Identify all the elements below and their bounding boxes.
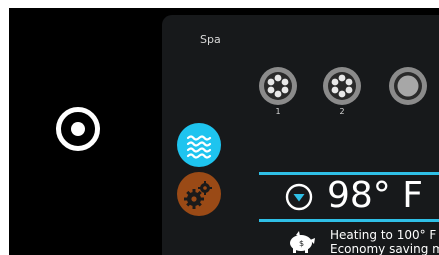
panel-title: Spa <box>200 33 221 46</box>
temperature-down-button[interactable] <box>285 183 313 211</box>
fan-pump-icon <box>323 67 361 105</box>
settings-button[interactable] <box>177 172 221 216</box>
piggy-bank-icon: $ <box>290 231 315 253</box>
spa-control-panel: Spa 1 2 98° F $ Heating to 100° F Econom… <box>162 15 439 255</box>
gears-icon <box>184 181 212 209</box>
home-dot-icon <box>71 122 85 136</box>
pump-2-number: 2 <box>339 107 345 116</box>
home-button[interactable] <box>56 107 100 151</box>
temperature-bottom-divider <box>259 219 439 222</box>
fan-pump-icon <box>259 67 297 105</box>
economy-mode-text: Economy saving mod <box>330 242 439 255</box>
circulation-pump-icon <box>389 67 427 105</box>
heating-status: Heating to 100° F Economy saving mod <box>330 228 439 255</box>
economy-mode-icon-wrap: $ <box>285 230 317 254</box>
pump-1-button[interactable] <box>257 65 299 107</box>
svg-text:$: $ <box>299 239 304 248</box>
device-screen: Spa 1 2 98° F $ Heating to 100° F Econom… <box>9 8 439 255</box>
pump-1-number: 1 <box>275 107 281 116</box>
pump-2-button[interactable] <box>321 65 363 107</box>
current-temperature: 98° F <box>327 175 423 216</box>
down-arrow-icon <box>285 183 313 211</box>
water-mode-button[interactable] <box>177 123 221 167</box>
heating-target-text: Heating to 100° F <box>330 228 437 242</box>
water-waves-icon <box>186 135 212 159</box>
pump-3-button[interactable] <box>387 65 429 107</box>
